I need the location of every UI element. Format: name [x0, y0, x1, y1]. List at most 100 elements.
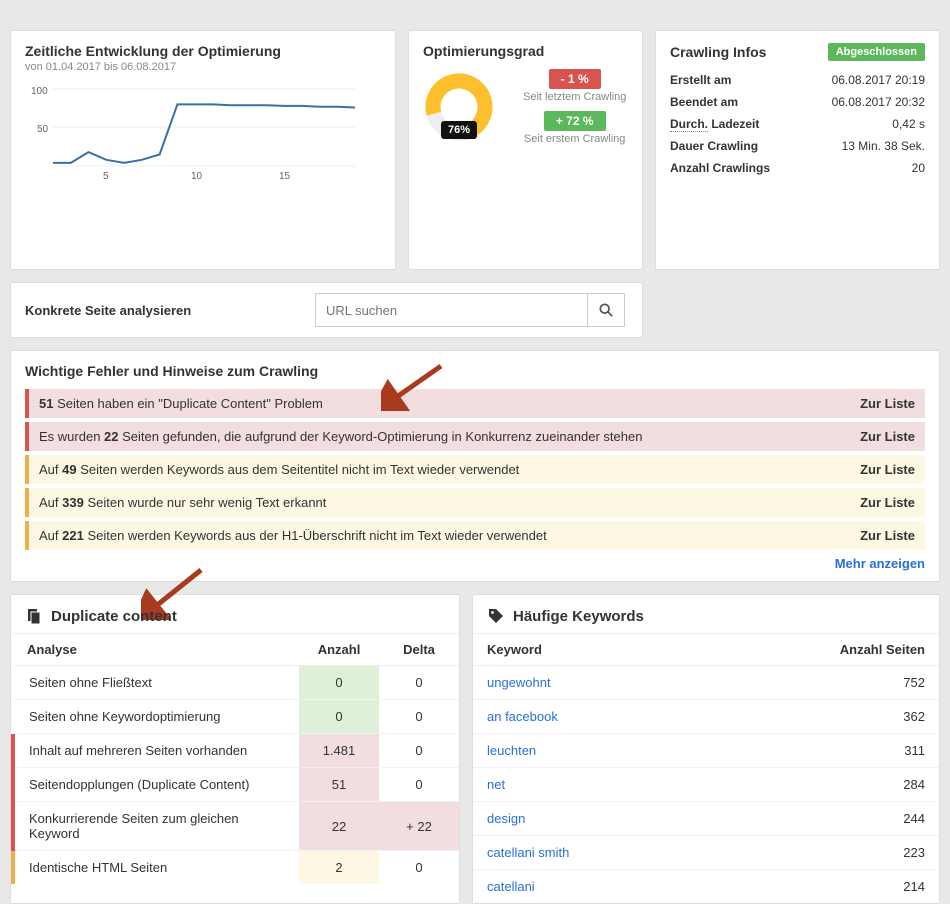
- svg-text:50: 50: [37, 124, 49, 135]
- table-row[interactable]: Seiten ohne Keywordoptimierung00: [13, 700, 459, 734]
- info-value: 13 Min. 38 Sek.: [842, 139, 925, 153]
- table-row[interactable]: an facebook 362: [473, 700, 939, 734]
- diff-first-badge: + 72 %: [544, 111, 606, 131]
- table-row[interactable]: Seitendopplungen (Duplicate Content)510: [13, 768, 459, 802]
- keyword-link[interactable]: net: [487, 777, 505, 792]
- duplicate-content-panel: Duplicate content Analyse Anzahl Delta S…: [10, 594, 460, 904]
- dup-count: 51: [299, 768, 379, 802]
- documents-icon: [25, 607, 43, 625]
- timeline-panel: Zeitliche Entwicklung der Optimierung vo…: [10, 30, 396, 270]
- keyword-count: 362: [703, 700, 939, 734]
- error-link[interactable]: Zur Liste: [860, 528, 915, 543]
- keyword-count: 244: [703, 802, 939, 836]
- dup-label: Seitendopplungen (Duplicate Content): [13, 768, 299, 802]
- error-row[interactable]: Auf 339 Seiten wurde nur sehr wenig Text…: [25, 488, 925, 517]
- table-row[interactable]: ungewohnt 752: [473, 666, 939, 700]
- kw-col-count: Anzahl Seiten: [703, 634, 939, 666]
- optimization-donut: 76%: [423, 71, 495, 143]
- table-row[interactable]: catellani 214: [473, 870, 939, 904]
- error-text: Es wurden 22 Seiten gefunden, die aufgru…: [39, 429, 860, 444]
- keyword-link[interactable]: leuchten: [487, 743, 536, 758]
- optimization-panel: Optimierungsgrad 76% - 1 % Seit letztem …: [408, 30, 643, 270]
- keyword-count: 223: [703, 836, 939, 870]
- dup-count: 2: [299, 851, 379, 885]
- keyword-count: 284: [703, 768, 939, 802]
- table-row[interactable]: catellani smith 223: [473, 836, 939, 870]
- info-value: 06.08.2017 20:19: [832, 73, 925, 87]
- info-value: 20: [912, 161, 925, 175]
- info-label: Erstellt am: [670, 73, 731, 87]
- info-value: 06.08.2017 20:32: [832, 95, 925, 109]
- kw-col-keyword: Keyword: [473, 634, 703, 666]
- dup-delta: 0: [379, 768, 459, 802]
- dup-delta: 0: [379, 851, 459, 885]
- since-last: Seit letztem Crawling: [523, 91, 626, 103]
- diff-last-badge: - 1 %: [549, 69, 601, 89]
- dup-label: Identische HTML Seiten: [13, 851, 299, 885]
- keyword-link[interactable]: catellani smith: [487, 845, 569, 860]
- keyword-link[interactable]: an facebook: [487, 709, 558, 724]
- table-row[interactable]: Seiten ohne Fließtext00: [13, 666, 459, 700]
- dup-label: Konkurrierende Seiten zum gleichen Keywo…: [13, 802, 299, 851]
- url-search-input[interactable]: [315, 293, 587, 327]
- table-row[interactable]: leuchten311: [473, 734, 939, 768]
- table-row[interactable]: Inhalt auf mehreren Seiten vorhanden1.48…: [13, 734, 459, 768]
- optimization-title: Optimierungsgrad: [423, 43, 628, 59]
- more-link[interactable]: Mehr anzeigen: [25, 556, 925, 571]
- crawling-info-panel: Crawling Infos Abgeschlossen Erstellt am…: [655, 30, 940, 270]
- table-row[interactable]: design 244: [473, 802, 939, 836]
- dup-col-analysis: Analyse: [13, 634, 299, 666]
- info-label: Dauer Crawling: [670, 139, 758, 153]
- error-row[interactable]: Auf 49 Seiten werden Keywords aus dem Se…: [25, 455, 925, 484]
- keywords-panel: Häufige Keywords Keyword Anzahl Seiten u…: [472, 594, 940, 904]
- table-row[interactable]: net 284: [473, 768, 939, 802]
- search-icon: [597, 301, 615, 319]
- table-row[interactable]: Konkurrierende Seiten zum gleichen Keywo…: [13, 802, 459, 851]
- error-link[interactable]: Zur Liste: [860, 396, 915, 411]
- optimization-percent: 76%: [441, 121, 477, 139]
- table-row[interactable]: Identische HTML Seiten20: [13, 851, 459, 885]
- dup-count: 22: [299, 802, 379, 851]
- dup-delta: + 22: [379, 802, 459, 851]
- errors-title: Wichtige Fehler und Hinweise zum Crawlin…: [25, 363, 925, 379]
- url-search-panel: Konkrete Seite analysieren: [10, 282, 643, 338]
- dup-delta: 0: [379, 700, 459, 734]
- url-search-button[interactable]: [587, 293, 625, 327]
- error-link[interactable]: Zur Liste: [860, 429, 915, 444]
- svg-text:5: 5: [103, 171, 109, 181]
- dup-label: Inhalt auf mehreren Seiten vorhanden: [13, 734, 299, 768]
- svg-text:15: 15: [279, 171, 291, 181]
- dup-count: 0: [299, 700, 379, 734]
- error-text: Auf 221 Seiten werden Keywords aus der H…: [39, 528, 860, 543]
- keyword-count: 214: [703, 870, 939, 904]
- info-label: Anzahl Crawlings: [670, 161, 770, 175]
- keyword-link[interactable]: ungewohnt: [487, 675, 551, 690]
- error-link[interactable]: Zur Liste: [860, 495, 915, 510]
- error-text: Auf 49 Seiten werden Keywords aus dem Se…: [39, 462, 860, 477]
- info-label: Durch. Ladezeit: [670, 117, 759, 131]
- error-text: Auf 339 Seiten wurde nur sehr wenig Text…: [39, 495, 860, 510]
- status-badge: Abgeschlossen: [828, 43, 925, 61]
- dup-col-count: Anzahl: [299, 634, 379, 666]
- timeline-chart: 100 50 5 10 15: [25, 81, 381, 184]
- dup-label: Seiten ohne Fließtext: [13, 666, 299, 700]
- error-row[interactable]: 51 Seiten haben ein "Duplicate Content" …: [25, 389, 925, 418]
- keyword-link[interactable]: catellani: [487, 879, 535, 894]
- error-text: 51 Seiten haben ein "Duplicate Content" …: [39, 396, 860, 411]
- dup-title: Duplicate content: [51, 608, 177, 625]
- dup-count: 0: [299, 666, 379, 700]
- search-title: Konkrete Seite analysieren: [25, 303, 315, 318]
- timeline-title: Zeitliche Entwicklung der Optimierung: [25, 43, 381, 59]
- svg-text:10: 10: [191, 171, 203, 181]
- error-row[interactable]: Auf 221 Seiten werden Keywords aus der H…: [25, 521, 925, 550]
- kw-title: Häufige Keywords: [513, 608, 644, 625]
- tag-icon: [487, 607, 505, 625]
- error-row[interactable]: Es wurden 22 Seiten gefunden, die aufgru…: [25, 422, 925, 451]
- dup-delta: 0: [379, 666, 459, 700]
- svg-text:100: 100: [31, 86, 48, 97]
- dup-col-delta: Delta: [379, 634, 459, 666]
- error-link[interactable]: Zur Liste: [860, 462, 915, 477]
- info-value: 0,42 s: [892, 117, 925, 131]
- keyword-link[interactable]: design: [487, 811, 525, 826]
- keyword-count: 752: [703, 666, 939, 700]
